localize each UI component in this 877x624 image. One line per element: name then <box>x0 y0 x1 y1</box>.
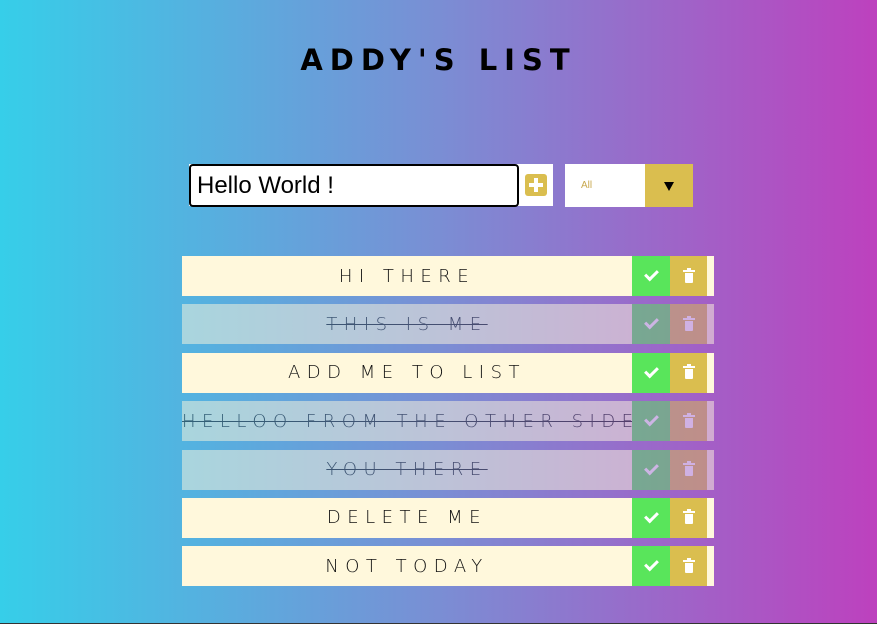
todo-list: HI THERE THIS IS ME ADD ME TO LIST HELLO… <box>182 256 714 595</box>
check-icon <box>643 363 659 379</box>
plus-square-icon <box>525 174 547 196</box>
todo-item: NOT TODAY <box>182 546 714 587</box>
add-todo-button[interactable] <box>519 164 553 206</box>
complete-button[interactable] <box>632 449 670 490</box>
todo-form <box>189 164 553 207</box>
todo-text: HI THERE <box>338 265 476 287</box>
todo-item: YOU THERE <box>182 449 714 490</box>
delete-button[interactable] <box>670 352 707 393</box>
check-icon <box>643 266 659 282</box>
trash-icon <box>682 509 695 525</box>
delete-button[interactable] <box>670 401 707 442</box>
delete-button[interactable] <box>670 256 707 296</box>
todo-text: DELETE ME <box>326 507 488 529</box>
delete-button[interactable] <box>670 546 707 587</box>
check-icon <box>643 460 659 475</box>
todo-item: HI THERE <box>182 256 714 296</box>
filter-dropdown-button[interactable] <box>645 164 693 207</box>
check-icon <box>643 411 659 427</box>
todo-text: HELLOO FROM THE OTHER SIDE <box>182 410 632 432</box>
todo-item: HELLOO FROM THE OTHER SIDE <box>182 401 714 442</box>
trash-icon <box>682 315 695 331</box>
todo-item: THIS IS ME <box>182 304 714 345</box>
filter-selected-value: All <box>581 180 593 191</box>
complete-button[interactable] <box>632 401 670 442</box>
delete-button[interactable] <box>670 449 707 490</box>
complete-button[interactable] <box>632 304 670 345</box>
todo-text: ADD ME TO LIST <box>287 362 527 384</box>
trash-icon <box>682 461 695 477</box>
delete-button[interactable] <box>670 497 707 538</box>
todo-input[interactable] <box>189 164 519 207</box>
check-icon <box>643 508 659 524</box>
todo-text: THIS IS ME <box>326 313 488 335</box>
filter-select[interactable]: All <box>565 164 693 207</box>
check-icon <box>643 556 659 572</box>
todo-item: DELETE ME <box>182 497 714 538</box>
trash-icon <box>682 557 695 573</box>
complete-button[interactable] <box>632 256 670 296</box>
complete-button[interactable] <box>632 546 670 587</box>
todo-item: ADD ME TO LIST <box>182 352 714 393</box>
complete-button[interactable] <box>632 497 670 538</box>
check-icon <box>643 314 659 330</box>
delete-button[interactable] <box>670 304 707 345</box>
page-title: ADDY'S LIST <box>300 43 577 77</box>
trash-icon <box>682 364 695 380</box>
caret-down-icon <box>664 182 674 191</box>
complete-button[interactable] <box>632 352 670 393</box>
todo-text: YOU THERE <box>326 459 488 481</box>
trash-icon <box>682 267 695 283</box>
todo-text: NOT TODAY <box>325 555 489 577</box>
trash-icon <box>682 412 695 428</box>
